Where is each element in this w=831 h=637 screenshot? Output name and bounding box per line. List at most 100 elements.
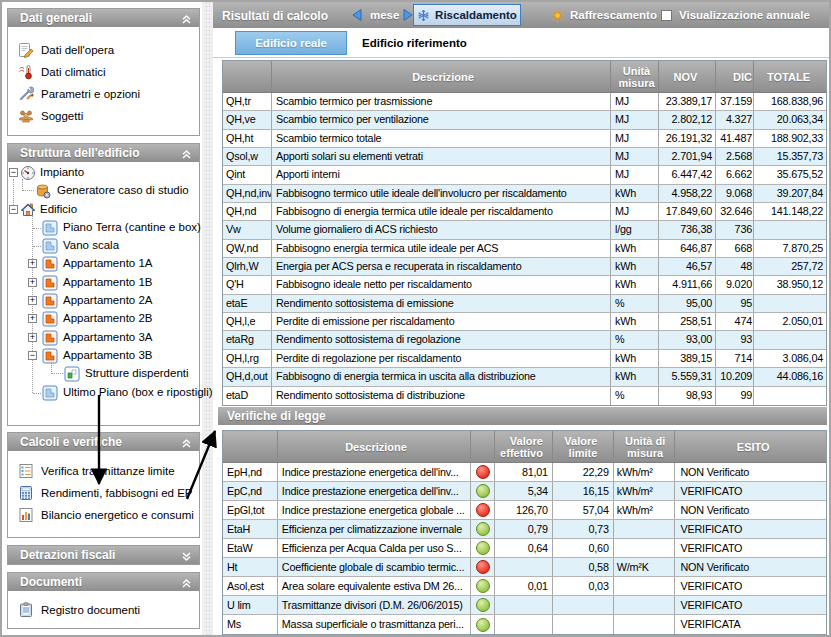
panel-header-dati-generali[interactable]: Dati generali [8, 9, 199, 27]
results-row[interactable]: Q'HFabbisogno ideale netto per riscaldam… [223, 276, 826, 294]
sidebar-item[interactable]: Parametri e opzioni [8, 83, 199, 105]
verifica-row[interactable]: U limTrasmittanze divisori (D.M. 26/06/2… [223, 596, 826, 615]
cell-desc: Efficienza per climatizzazione invernale [278, 520, 471, 538]
collapse-box-icon[interactable]: − [28, 351, 37, 360]
expand-box-icon[interactable]: + [28, 296, 37, 305]
cell-dic: 736 [716, 221, 754, 238]
tree-item[interactable]: Generatore caso di studio [8, 182, 199, 200]
cell-esito: VERIFICATA [675, 615, 826, 634]
tab-edificio-reale[interactable]: Edificio reale [235, 31, 347, 55]
header-code[interactable] [223, 431, 278, 462]
results-row[interactable]: etaERendimento sottosistema di emissione… [223, 295, 826, 313]
results-row[interactable]: QH,l,rgPerdite di regolazione per riscal… [223, 350, 826, 368]
apartment-icon [42, 275, 58, 291]
cell-esito: VERIFICATO [675, 577, 826, 595]
sidebar-item[interactable]: Dati climatici [8, 61, 199, 83]
panel-header-detrazioni[interactable]: Detrazioni fiscali [8, 546, 199, 564]
cell-esito: VERIFICATO [675, 539, 826, 557]
heating-tab[interactable]: Riscaldamento [413, 4, 521, 26]
sidebar-item[interactable]: Dati dell'opera [8, 39, 199, 61]
header-descrizione[interactable]: Descrizione [272, 61, 611, 92]
results-row[interactable]: QH,ndFabbisogno di energia termica utile… [223, 203, 826, 221]
cell-nov: 4.958,22 [659, 185, 716, 202]
collapse-box-icon[interactable]: − [9, 205, 18, 214]
header-nov[interactable]: NOV [659, 61, 716, 92]
expand-box-icon[interactable]: + [28, 259, 37, 268]
panel-header-calcoli[interactable]: Calcoli e verifiche [8, 433, 199, 451]
tree-item[interactable]: +Appartamento 3A [8, 329, 199, 347]
cell-desc: Indice prestazione energetica globale ..… [278, 501, 471, 519]
verifica-row[interactable]: EpC,ndIndice prestazione energetica dell… [223, 482, 826, 501]
tree-item[interactable]: +Appartamento 2B [8, 310, 199, 328]
header-totale[interactable]: TOTALE [754, 61, 826, 92]
verifica-row[interactable]: EtaWEfficienza per Acqua Calda per uso S… [223, 539, 826, 558]
sidebar-item[interactable]: Soggetti [8, 105, 199, 127]
tree-item[interactable]: −Impianto [8, 164, 199, 182]
collapse-box-icon[interactable]: − [9, 168, 18, 177]
header-valore-limite[interactable]: Valore limite [553, 431, 614, 462]
results-row[interactable]: QintApporti interniMJ6.447,426.66235.675… [223, 166, 826, 184]
cell-unit: W/m²K [614, 558, 675, 576]
verifica-row[interactable]: MsMassa superficiale o trasmittanza peri… [223, 615, 826, 634]
results-row[interactable]: Qsol,wApporti solari su elementi vetrati… [223, 148, 826, 166]
cell-tot: 188.902,33 [754, 130, 826, 147]
results-row[interactable]: QH,d,outFabbisogno di energia termica in… [223, 368, 826, 386]
annual-checkbox[interactable] [661, 10, 672, 21]
panel-title: Struttura dell'edificio [20, 146, 140, 160]
annual-view-toggle[interactable]: Visualizzazione annuale [661, 6, 810, 24]
header-status[interactable] [471, 431, 495, 462]
results-row[interactable]: etaRgRendimento sottosistema di regolazi… [223, 331, 826, 349]
cell-tot: 20.063,34 [754, 111, 826, 128]
results-row[interactable]: QW,ndFabbisogno energia termica utile id… [223, 240, 826, 258]
results-row[interactable]: QH,nd,invFabbisogno termico utile ideale… [223, 185, 826, 203]
sidebar-item[interactable]: Verifica trasmittanze limite [8, 460, 199, 482]
results-row[interactable]: QH,veScambio termico per ventilazioneMJ2… [223, 111, 826, 129]
tree-item[interactable]: +Appartamento 2A [8, 292, 199, 310]
cell-eff [495, 596, 553, 614]
results-row[interactable]: VwVolume giornaliero di ACS richiestol/g… [223, 221, 826, 239]
tree-item[interactable]: +Appartamento 1A [8, 255, 199, 273]
results-row[interactable]: Qlrh,WEnergia per ACS persa e recuperata… [223, 258, 826, 276]
verifica-row[interactable]: HtCoefficiente globale di scambio termic… [223, 558, 826, 577]
panel-header-struttura[interactable]: Struttura dell'edificio [8, 144, 199, 162]
header-unita-misura[interactable]: Unità di misura [614, 431, 675, 462]
panel-dati-generali: Dati generali Dati dell'operaDati climat… [7, 8, 200, 136]
prev-month-button[interactable] [350, 8, 364, 22]
header-code[interactable] [223, 61, 272, 92]
sidebar-item[interactable]: Rendimenti, fabbisogni ed EP [8, 482, 199, 504]
header-esito[interactable]: ESITO [675, 431, 826, 462]
sidebar-item[interactable]: Registro documenti [8, 599, 199, 621]
results-row[interactable]: QH,l,ePerdite di emissione per riscaldam… [223, 313, 826, 331]
results-row[interactable]: QH,htScambio termico totaleMJ26.191,3241… [223, 130, 826, 148]
header-descrizione[interactable]: Descrizione [278, 431, 471, 462]
results-row[interactable]: etaDRendimento sottosistema di distribuz… [223, 387, 826, 405]
cell-dic: 4.327 [716, 111, 754, 128]
cell-unit: l/gg [611, 221, 659, 238]
verifica-row[interactable]: EpH,ndIndice prestazione energetica dell… [223, 463, 826, 482]
tree-item[interactable]: −Appartamento 3B [8, 347, 199, 365]
tree-item[interactable]: Strutture disperdenti [8, 365, 199, 383]
tree-item[interactable]: −Edificio [8, 201, 199, 219]
sidebar-item[interactable]: Bilancio energetico e consumi [8, 504, 199, 526]
apartment-icon [42, 311, 58, 327]
expand-box-icon[interactable]: + [28, 314, 37, 323]
tab-edificio-riferimento[interactable]: Edificio riferimento [362, 31, 467, 55]
header-valore-effettivo[interactable]: Valore effettivo [495, 431, 553, 462]
cell-esito: VERIFICATO [675, 596, 826, 614]
verifica-row[interactable]: Asol,estArea solare equivalente estiva D… [223, 577, 826, 596]
cooling-tab[interactable]: Raffrescamento [550, 6, 657, 24]
expand-box-icon[interactable]: + [28, 278, 37, 287]
verifica-row[interactable]: EpGl,totIndice prestazione energetica gl… [223, 501, 826, 520]
expand-box-icon[interactable]: + [28, 333, 37, 342]
tree-item[interactable]: +Appartamento 1B [8, 274, 199, 292]
header-unita-misura[interactable]: Unità misura [611, 61, 659, 92]
splitter[interactable] [202, 2, 213, 635]
cell-desc: Fabbisogno di energia termica in uscita … [272, 368, 611, 385]
expand-chevron-icon[interactable] [181, 549, 192, 567]
panel-header-documenti[interactable]: Documenti [8, 573, 199, 591]
header-dic[interactable]: DIC [716, 61, 754, 92]
verifiche-title: Verifiche di legge [227, 409, 326, 423]
tree-item-label: Strutture disperdenti [85, 367, 189, 379]
verifica-row[interactable]: EtaHEfficienza per climatizzazione inver… [223, 520, 826, 539]
results-row[interactable]: QH,trScambio termico per trasmissioneMJ2… [223, 93, 826, 111]
